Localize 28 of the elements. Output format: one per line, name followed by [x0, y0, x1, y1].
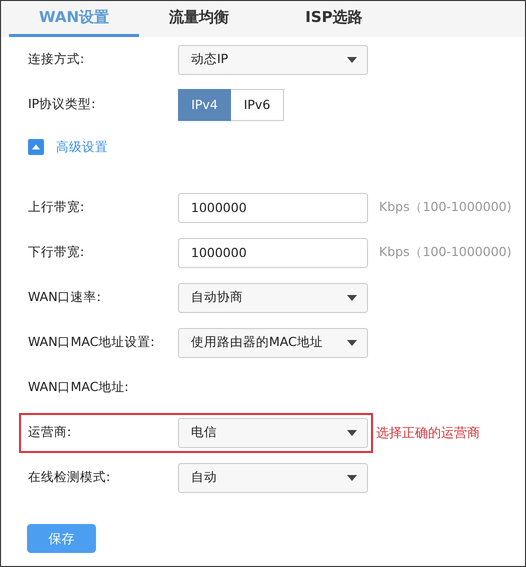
field-label: 运营商: — [28, 424, 72, 441]
field-label: 下行带宽: — [28, 244, 86, 261]
range-hint: Kbps（100-1000000) — [379, 199, 512, 216]
range-hint: Kbps（100-1000000) — [379, 244, 512, 261]
tab[interactable]: 流量均衡 — [139, 1, 259, 37]
caret-icon — [347, 474, 357, 480]
caret-icon — [347, 340, 357, 346]
input-field[interactable]: 1000000 — [178, 192, 368, 222]
dropdown[interactable]: 动态IP — [178, 44, 368, 74]
annotation-text: 选择正确的运营商 — [376, 424, 480, 442]
tab[interactable]: ISP选路 — [259, 1, 409, 37]
field-label: IP协议类型: — [28, 96, 96, 113]
segment-option[interactable]: IPv6 — [231, 88, 284, 120]
field-label: WAN口MAC地址: — [28, 379, 130, 396]
caret-icon — [347, 56, 357, 62]
dropdown[interactable]: 自动 — [178, 462, 368, 492]
input-field[interactable]: 1000000 — [178, 238, 368, 268]
caret-icon — [347, 294, 357, 300]
field-label: WAN口速率: — [28, 289, 102, 306]
dropdown[interactable]: 自动协商 — [178, 282, 368, 312]
field-label: WAN口MAC地址设置: — [28, 334, 156, 351]
segment-option[interactable]: IPv4 — [178, 88, 231, 120]
caret-icon — [347, 430, 357, 436]
field-label: 上行带宽: — [28, 199, 86, 216]
dropdown[interactable]: 电信 — [178, 418, 368, 448]
dropdown[interactable]: 使用路由器的MAC地址 — [178, 328, 368, 358]
field-label: 连接方式: — [28, 51, 86, 68]
field-label: 在线检测模式: — [28, 469, 112, 486]
